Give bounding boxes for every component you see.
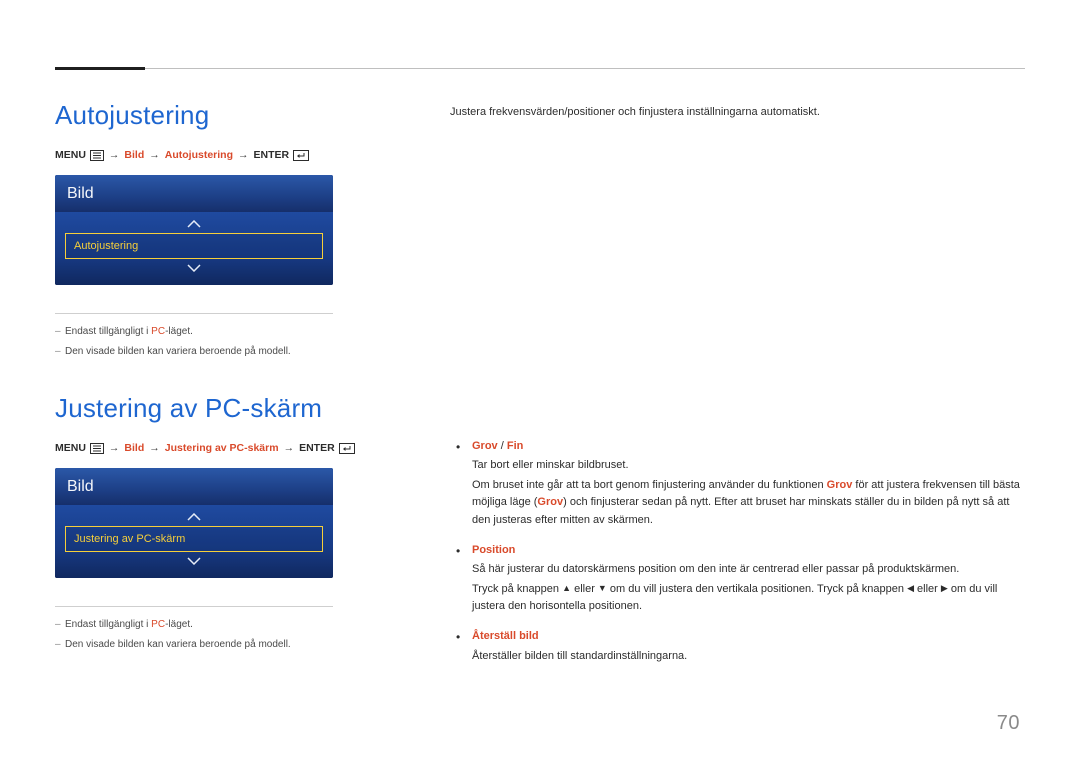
horizontal-rule [55,68,1025,69]
feature-label-aterstall: Återställ bild [472,630,539,642]
feature-label-fin: Fin [507,440,524,452]
breadcrumb-menu: MENU [55,442,86,454]
triangle-right-icon: ▶ [941,581,948,595]
feature-label-grov: Grov [472,440,498,452]
note-text: -läget. [165,619,193,630]
note-text: Endast tillgängligt i [65,326,151,337]
chevron-up-icon [187,218,201,230]
arrow-icon: → [109,149,120,161]
breadcrumb: MENU → Bild → Justering av PC-skärm → EN… [55,442,395,454]
arrow-icon: → [284,442,295,454]
menu-icon [90,150,104,161]
arrow-icon: → [149,149,160,161]
note-line: Endast tillgängligt i PC-läget. [55,617,395,632]
note-line: Den visade bilden kan variera beroende p… [55,344,395,359]
triangle-left-icon: ◀ [907,581,914,595]
text: Om bruset inte går att ta bort genom fin… [472,479,827,491]
divider [55,313,333,314]
note-line: Den visade bilden kan variera beroende p… [55,637,395,652]
arrow-icon: → [109,442,120,454]
chevron-down-icon [187,262,201,274]
breadcrumb-enter: ENTER [254,149,290,161]
osd-menu-title: Bild [55,175,333,212]
section-pc-skarm: Justering av PC-skärm MENU → Bild → Just… [55,393,395,652]
inline-grov: Grov [537,496,563,508]
breadcrumb-enter: ENTER [299,442,335,454]
feature-desc: Så här justerar du datorskärmens positio… [472,561,1025,579]
note-text: Endast tillgängligt i [65,619,151,630]
chevron-down-icon [187,555,201,567]
osd-menu-panel: Bild Autojustering [55,175,333,285]
triangle-down-icon: ▼ [598,581,607,595]
osd-menu-body: Autojustering [55,212,333,285]
feature-desc: Tar bort eller minskar bildbruset. [472,457,1025,475]
section-heading-pc-skarm: Justering av PC-skärm [55,393,395,424]
enter-icon [339,443,355,454]
feature-list: Grov / Fin Tar bort eller minskar bildbr… [450,438,1025,666]
breadcrumb-menu: MENU [55,149,86,161]
enter-icon [293,150,309,161]
chevron-up-icon [187,511,201,523]
right-column: Justera frekvensvärden/positioner och fi… [450,104,1025,677]
text: Tryck på knappen [472,583,562,595]
menu-icon [90,443,104,454]
text: eller [571,583,598,595]
left-column: Autojustering MENU → Bild → Autojusterin… [55,100,395,657]
inline-grov: Grov [827,479,853,491]
breadcrumb-seg-bild: Bild [124,149,144,161]
label-separator: / [498,440,507,452]
page-number: 70 [997,712,1020,735]
note-line: Endast tillgängligt i PC-läget. [55,324,395,339]
note-mode: PC [151,619,165,630]
note-mode: PC [151,326,165,337]
text: eller [914,583,941,595]
osd-menu-panel: Bild Justering av PC-skärm [55,468,333,578]
horizontal-rule-accent [55,67,145,70]
breadcrumb-seg-pcskarm: Justering av PC-skärm [165,442,279,454]
feature-desc: Tryck på knappen ▲ eller ▼ om du vill ju… [472,581,1025,616]
feature-desc: Om bruset inte går att ta bort genom fin… [472,477,1025,530]
feature-label-position: Position [472,544,515,556]
osd-menu-item-selected[interactable]: Autojustering [65,233,323,259]
arrow-icon: → [149,442,160,454]
breadcrumb: MENU → Bild → Autojustering → ENTER [55,149,395,161]
breadcrumb-seg-bild: Bild [124,442,144,454]
osd-menu-body: Justering av PC-skärm [55,505,333,578]
divider [55,606,333,607]
arrow-icon: → [238,149,249,161]
osd-menu-item-selected[interactable]: Justering av PC-skärm [65,526,323,552]
breadcrumb-seg-autojustering: Autojustering [165,149,233,161]
note-text: -läget. [165,326,193,337]
triangle-up-icon: ▲ [562,581,571,595]
feature-item-aterstall: Återställ bild Återställer bilden till s… [450,628,1025,665]
osd-menu-title: Bild [55,468,333,505]
feature-item-grov-fin: Grov / Fin Tar bort eller minskar bildbr… [450,438,1025,530]
feature-desc: Återställer bilden till standardinställn… [472,648,1025,666]
text: om du vill justera den vertikala positio… [607,583,907,595]
feature-item-position: Position Så här justerar du datorskärmen… [450,542,1025,616]
section-heading-autojustering: Autojustering [55,100,395,131]
intro-text: Justera frekvensvärden/positioner och fi… [450,104,1025,122]
